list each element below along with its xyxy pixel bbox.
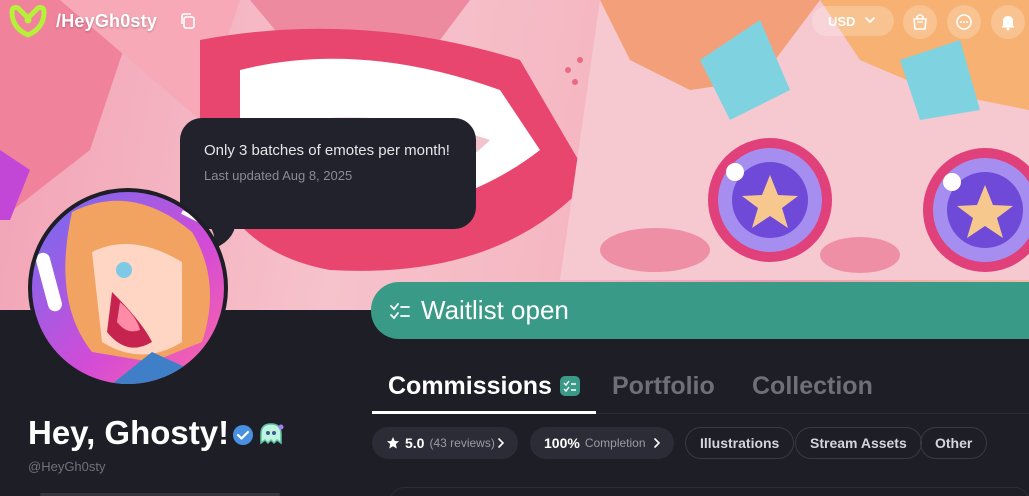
- waitlist-label: Waitlist open: [421, 295, 569, 325]
- currency-selector[interactable]: USD: [812, 6, 894, 36]
- chevron-right-icon: [498, 438, 505, 448]
- tab-commissions[interactable]: Commissions: [388, 372, 552, 401]
- messages-button[interactable]: [947, 5, 981, 39]
- checklist-icon: [563, 380, 576, 393]
- rating-chip[interactable]: 5.0 (43 reviews): [372, 427, 518, 459]
- active-tab-indicator: [372, 411, 596, 414]
- top-navigation: /HeyGh0sty USD: [0, 0, 1029, 44]
- star-icon: [387, 437, 399, 449]
- completion-value: 100%: [544, 435, 580, 451]
- copy-icon[interactable]: [179, 12, 197, 30]
- avatar[interactable]: [28, 188, 228, 388]
- verified-icon: [233, 425, 253, 445]
- rating-review-count: (43 reviews): [429, 436, 495, 450]
- profile-tabs: Commissions Portfolio Collection: [372, 368, 1029, 414]
- bell-icon: [1002, 16, 1014, 31]
- completion-label: Completion: [584, 436, 646, 450]
- site-logo-icon[interactable]: [8, 4, 48, 38]
- notifications-button[interactable]: [991, 5, 1025, 39]
- checklist-icon: [390, 302, 410, 319]
- chevron-right-icon: [654, 438, 661, 448]
- profile-handle: @HeyGh0sty: [28, 459, 106, 474]
- shopping-bag-icon: [913, 14, 927, 30]
- cart-button[interactable]: [903, 5, 937, 39]
- category-filter-illustrations[interactable]: Illustrations: [685, 427, 795, 459]
- store-handle[interactable]: /HeyGh0sty: [56, 11, 157, 32]
- commissions-tab-badge: [560, 376, 580, 396]
- ghost-badge-icon: [260, 423, 284, 445]
- waitlist-status-banner: Waitlist open: [371, 282, 1029, 339]
- currency-label: USD: [828, 13, 856, 29]
- status-tooltip: Only 3 batches of emotes per month! Last…: [180, 118, 476, 229]
- category-filter-other[interactable]: Other: [920, 427, 988, 459]
- tab-collection[interactable]: Collection: [752, 372, 873, 401]
- status-updated-date: Last updated Aug 8, 2025: [204, 168, 353, 183]
- chevron-down-icon: [865, 17, 875, 24]
- avatar-artwork: [36, 200, 222, 384]
- commissions-panel: [390, 487, 1029, 496]
- rating-value: 5.0: [405, 435, 425, 451]
- tab-portfolio[interactable]: Portfolio: [612, 372, 715, 401]
- category-filter-stream-assets[interactable]: Stream Assets: [795, 427, 922, 459]
- chat-icon: [956, 14, 972, 30]
- profile-display-name: Hey, Ghosty!: [28, 414, 230, 451]
- status-message: Only 3 batches of emotes per month!: [204, 142, 450, 159]
- completion-chip[interactable]: 100% Completion: [530, 427, 674, 459]
